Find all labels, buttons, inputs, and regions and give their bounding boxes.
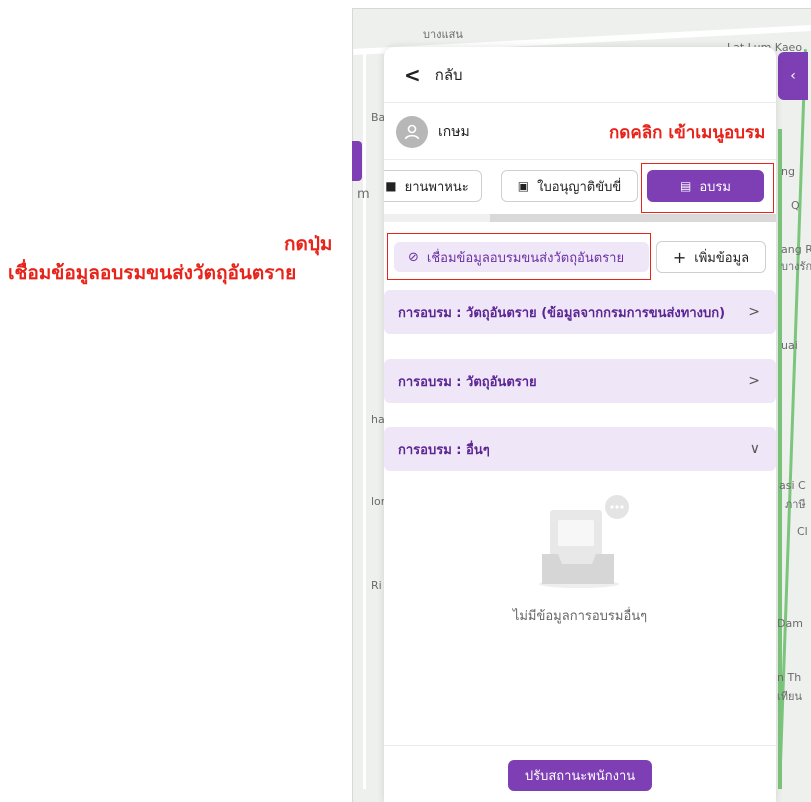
map-label: m <box>357 187 370 202</box>
map-label: บางแสน <box>423 28 463 41</box>
map-collapse-tab[interactable]: ‹ <box>778 52 808 100</box>
section-dlt-hazmat[interactable]: การอบรม : วัตถุอันตราย (ข้อมูลจากกรมการข… <box>384 290 776 334</box>
update-status-label: ปรับสถานะพนักงาน <box>524 769 636 784</box>
highlight-training-tab <box>641 163 774 213</box>
map-label: Cl <box>797 525 808 538</box>
chevron-left-icon: ‹ <box>790 68 796 84</box>
highlight-link-button <box>387 233 651 280</box>
id-card-icon: ▣ <box>517 179 530 193</box>
empty-inbox-icon <box>539 495 629 588</box>
section-other[interactable]: การอบรม : อื่นๆ ∨ <box>384 427 776 471</box>
avatar <box>396 115 428 148</box>
chevron-right-icon: > <box>748 373 760 389</box>
chevron-down-icon: ∨ <box>749 441 760 457</box>
section-title: การอบรม : อื่นๆ <box>398 442 490 458</box>
user-name: เกษม <box>438 123 470 140</box>
chevron-right-icon: > <box>748 304 760 320</box>
annotation-click-menu: กดคลิก เข้าเมนูอบรม <box>609 123 766 143</box>
map-label: บางรัก <box>781 260 811 273</box>
map-side-tab[interactable] <box>352 141 362 181</box>
map-label: Dam <box>777 617 803 630</box>
map-label: ภาษี <box>785 498 806 511</box>
section-title: การอบรม : วัตถุอันตราย <box>398 374 537 390</box>
add-data-label: เพิ่มข้อมูล <box>694 250 750 266</box>
tab-vehicle-label: ยานพาหนะ <box>404 179 469 195</box>
map-label: Ri <box>371 579 382 592</box>
user-icon <box>404 124 420 139</box>
back-row[interactable]: < กลับ <box>384 47 776 103</box>
footer-divider <box>384 745 776 746</box>
map-label: ng <box>781 165 795 178</box>
map-label: uai <box>781 339 798 352</box>
plus-icon: + <box>672 247 687 267</box>
map-label: ha <box>371 413 385 426</box>
empty-state-text: ไม่มีข้อมูลการอบรมอื่นๆ <box>512 609 648 624</box>
screen: กดปุ่ม เชื่อมข้อมูลอบรมขนส่งวัตถุอันตราย… <box>0 0 811 802</box>
truck-icon: ■ <box>385 179 397 193</box>
tab-license-label: ใบอนุญาติขับขี่ <box>537 179 622 195</box>
tab-license[interactable]: ▣ ใบอนุญาติขับขี่ <box>501 170 638 202</box>
map-label: Q <box>791 199 800 212</box>
back-arrow-icon[interactable]: < <box>404 63 421 87</box>
tab-scrollbar[interactable] <box>384 214 776 222</box>
back-label[interactable]: กลับ <box>435 63 463 87</box>
map-label: เทียน <box>777 690 802 703</box>
map-label: asi C <box>779 479 806 492</box>
tab-scrollbar-thumb[interactable] <box>490 214 776 222</box>
update-status-button[interactable]: ปรับสถานะพนักงาน <box>508 760 652 791</box>
driver-panel: < กลับ เกษม ■ ยานพาหนะ ▣ ใบอนุญาติขับขี่ <box>384 47 776 802</box>
map-label: n Th <box>777 671 802 684</box>
section-title: การอบรม : วัตถุอันตราย (ข้อมูลจากกรมการข… <box>398 305 726 321</box>
add-data-button[interactable]: + เพิ่มข้อมูล <box>656 241 766 273</box>
tab-vehicle[interactable]: ■ ยานพาหนะ <box>384 170 482 202</box>
map-label: ang R <box>781 243 811 256</box>
section-hazmat[interactable]: การอบรม : วัตถุอันตราย > <box>384 359 776 403</box>
